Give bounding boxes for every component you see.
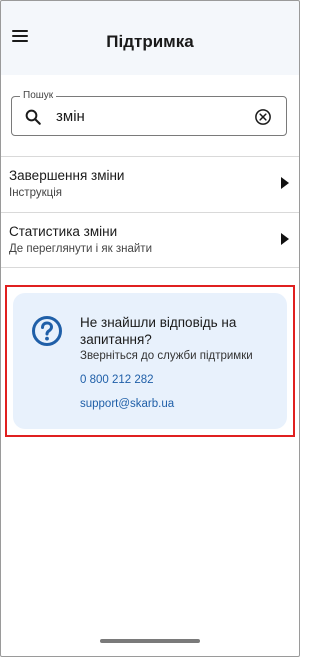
list-item-title: Завершення зміни [9,168,125,183]
play-arrow-icon [281,233,289,245]
list-item-title: Статистика зміни [9,224,118,239]
search-icon [25,109,41,125]
list-item[interactable]: Статистика зміни Де переглянути і як зна… [1,212,299,268]
list-item-subtitle: Інструкція [9,187,62,199]
search-input[interactable] [56,104,246,128]
play-arrow-icon [281,177,289,189]
home-indicator[interactable] [100,639,200,643]
status-bar [1,1,299,15]
page-title: Підтримка [106,32,194,51]
highlight-box [5,285,295,437]
list-item[interactable]: Завершення зміни Інструкція [1,156,299,212]
search-label: Пошук [20,90,57,101]
list-item-subtitle: Де переглянути і як знайти [9,243,152,255]
clear-circle-icon[interactable] [254,108,272,126]
